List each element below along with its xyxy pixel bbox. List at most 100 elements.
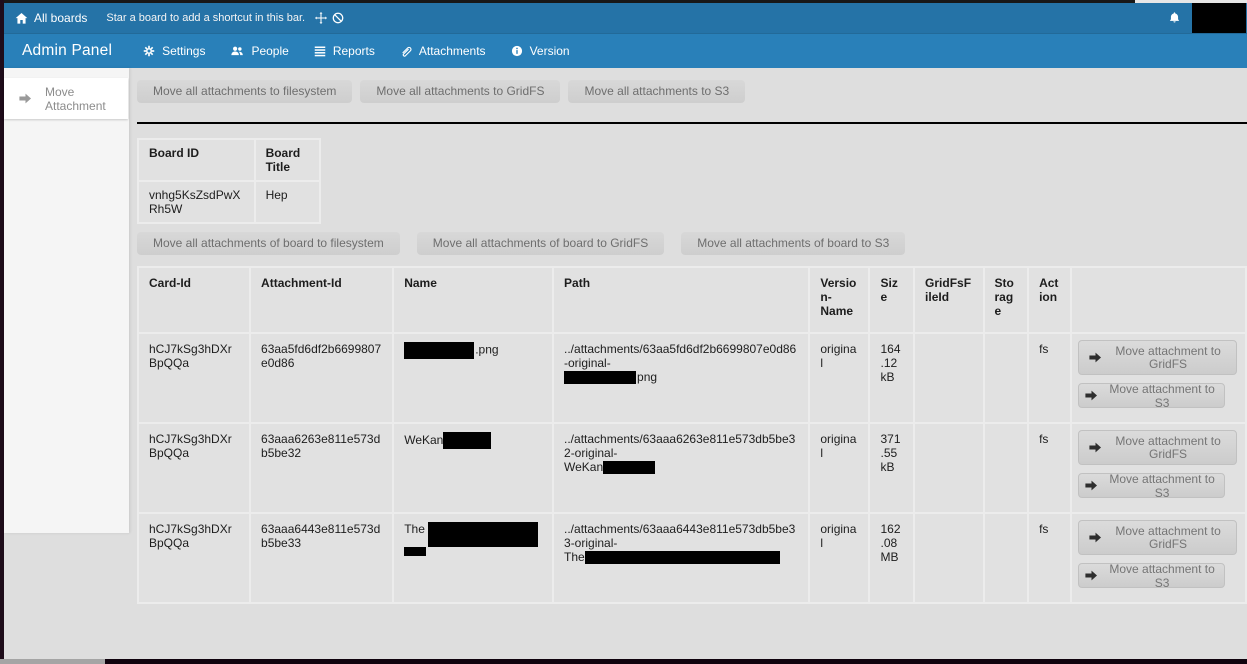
board-actions: Move all attachments of board to filesys… (137, 232, 1247, 255)
move-attachment-to-gridfs-button[interactable]: Move attachment to GridFS (1078, 430, 1237, 465)
card-id-header: Card-Id (139, 268, 249, 332)
name-text: WeKan (404, 433, 443, 447)
list-icon (314, 45, 326, 57)
nav-item-settings[interactable]: Settings (143, 44, 205, 58)
path-text: ../attachments/63aa5fd6df2b6699807e0d86-… (564, 342, 796, 370)
redacted-box (564, 371, 636, 384)
name-cell: .png (394, 334, 552, 422)
home-icon (15, 12, 28, 25)
nav-item-people[interactable]: People (230, 44, 288, 58)
version-name-cell: original (810, 424, 868, 512)
divider-line (137, 122, 1247, 124)
gridfsfileid-cell (915, 514, 982, 602)
path-text-prefix: The (564, 550, 585, 564)
sidebar-item-move-attachment[interactable]: Move Attachment (4, 78, 128, 119)
nav-item-reports[interactable]: Reports (314, 44, 375, 58)
button-label: Move attachment to S3 (1107, 562, 1218, 590)
move-all-to-s3-button[interactable]: Move all attachments to S3 (568, 80, 745, 103)
arrow-right-icon (1089, 351, 1102, 364)
ban-icon[interactable] (332, 12, 344, 24)
card-id-cell: hCJ7kSg3hDXrBpQQa (139, 514, 249, 602)
path-cell: ../attachments/63aaa6443e811e573db5be33-… (554, 514, 808, 602)
name-cell: WeKan (394, 424, 552, 512)
arrow-right-icon (1085, 569, 1098, 582)
storage-cell (985, 514, 1028, 602)
path-text: ../attachments/63aaa6263e811e573db5be32-… (564, 432, 795, 460)
version-name-cell: original (810, 514, 868, 602)
button-label: Move attachment to GridFS (1111, 345, 1226, 371)
all-boards-label: All boards (34, 11, 87, 25)
gridfsfileid-cell (915, 334, 982, 422)
top-navbar: All boards Star a board to add a shortcu… (4, 3, 1247, 33)
size-cell: 371.55 kB (870, 424, 913, 512)
info-icon (511, 45, 523, 57)
arrow-right-icon (1085, 479, 1098, 492)
attachments-header-row: Card-Id Attachment-Id Name Path Version-… (139, 268, 1245, 332)
global-actions: Move all attachments to filesystem Move … (137, 80, 1247, 103)
move-board-to-gridfs-button[interactable]: Move all attachments of board to GridFS (417, 232, 664, 255)
board-id-header: Board ID (139, 140, 254, 180)
path-text: ../attachments/63aaa6443e811e573db5be33-… (564, 522, 795, 550)
storage-cell (985, 424, 1028, 512)
nav-label-settings: Settings (162, 44, 205, 58)
attachment-id-cell: 63aaa6263e811e573db5be32 (251, 424, 392, 512)
size-cell: 164.12 kB (870, 334, 913, 422)
attachment-row: hCJ7kSg3hDXrBpQQa 63aa5fd6df2b6699807e0d… (139, 334, 1245, 422)
bottom-edge-gray (0, 659, 105, 664)
move-attachment-to-s3-button[interactable]: Move attachment to S3 (1078, 563, 1225, 588)
move-attachment-to-s3-button[interactable]: Move attachment to S3 (1078, 383, 1225, 408)
row-actions-cell: Move attachment to GridFS Move attachmen… (1072, 514, 1245, 602)
arrow-right-icon (19, 92, 32, 105)
board-table-header-row: Board ID Board Title (139, 140, 319, 180)
admin-sidebar: Move Attachment (4, 68, 129, 533)
board-id-cell: vnhg5KsZsdPwXRh5W (139, 182, 254, 222)
redacted-box (428, 522, 538, 547)
bottom-edge-bar (105, 659, 1247, 664)
name-cell: The (394, 514, 552, 602)
board-title-cell: Hep (256, 182, 319, 222)
button-label: Move attachment to GridFS (1111, 435, 1226, 461)
button-label: Move attachment to S3 (1107, 382, 1218, 410)
move-icon[interactable] (315, 12, 327, 24)
notifications-bell-icon[interactable] (1168, 11, 1181, 25)
gridfsfileid-header: GridFsFileId (915, 268, 982, 332)
move-all-to-filesystem-button[interactable]: Move all attachments to filesystem (137, 80, 352, 103)
name-text: The (404, 522, 428, 536)
redacted-box (585, 551, 780, 564)
board-table: Board ID Board Title vnhg5KsZsdPwXRh5W H… (137, 138, 321, 224)
nav-label-reports: Reports (333, 44, 375, 58)
gear-icon (143, 45, 155, 57)
attachment-row: hCJ7kSg3hDXrBpQQa 63aaa6263e811e573db5be… (139, 424, 1245, 512)
card-id-cell: hCJ7kSg3hDXrBpQQa (139, 334, 249, 422)
gridfsfileid-cell (915, 424, 982, 512)
attachment-id-cell: 63aa5fd6df2b6699807e0d86 (251, 334, 392, 422)
paperclip-icon (400, 45, 412, 58)
sidebar-item-label: Move Attachment (45, 85, 128, 113)
redacted-box (404, 547, 426, 556)
attachment-id-header: Attachment-Id (251, 268, 392, 332)
nav-item-version[interactable]: Version (511, 44, 570, 58)
nav-label-attachments: Attachments (419, 44, 486, 58)
move-attachment-to-s3-button[interactable]: Move attachment to S3 (1078, 473, 1225, 498)
move-attachment-to-gridfs-button[interactable]: Move attachment to GridFS (1078, 340, 1237, 375)
star-board-hint: Star a board to add a shortcut in this b… (106, 12, 305, 24)
redacted-box (404, 342, 474, 359)
button-label: Move attachment to GridFS (1111, 525, 1226, 551)
nav-item-attachments[interactable]: Attachments (400, 44, 486, 58)
user-menu-redacted[interactable] (1192, 3, 1246, 33)
move-attachment-to-gridfs-button[interactable]: Move attachment to GridFS (1078, 520, 1237, 555)
page-title: Admin Panel (4, 42, 112, 60)
row-actions-cell: Move attachment to GridFS Move attachmen… (1072, 334, 1245, 422)
buttons-header (1072, 268, 1245, 332)
users-icon (230, 45, 244, 57)
main-content: Move all attachments to filesystem Move … (137, 68, 1247, 660)
attachments-table: Card-Id Attachment-Id Name Path Version-… (137, 266, 1247, 604)
admin-panel-navbar: Admin Panel Settings People Reports Atta… (4, 33, 1247, 68)
move-board-to-s3-button[interactable]: Move all attachments of board to S3 (681, 232, 905, 255)
move-all-to-gridfs-button[interactable]: Move all attachments to GridFS (360, 80, 560, 103)
admin-nav: Settings People Reports Attachments Vers… (143, 44, 570, 58)
arrow-right-icon (1089, 441, 1102, 454)
attachment-row: hCJ7kSg3hDXrBpQQa 63aaa6443e811e573db5be… (139, 514, 1245, 602)
move-board-to-filesystem-button[interactable]: Move all attachments of board to filesys… (137, 232, 400, 255)
all-boards-link[interactable]: All boards (4, 11, 87, 25)
